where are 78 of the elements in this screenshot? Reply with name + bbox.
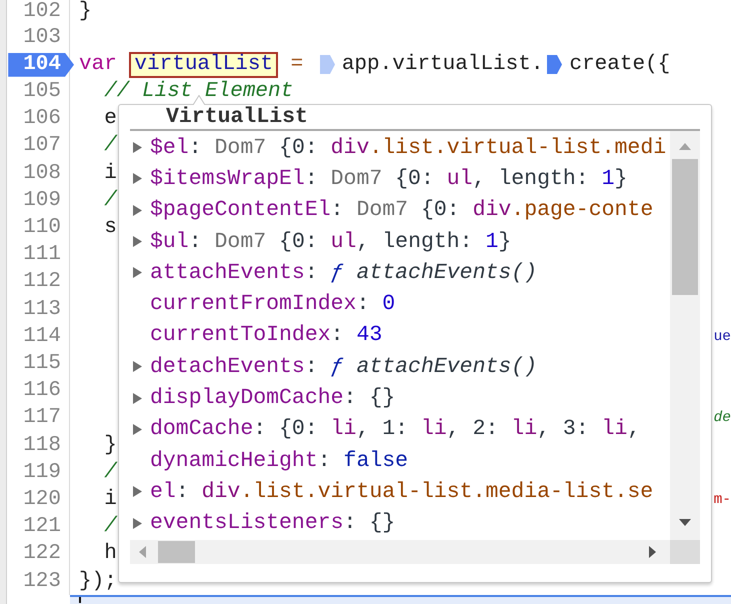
expand-triangle-icon[interactable] bbox=[133, 486, 142, 498]
line-number: 121 bbox=[23, 516, 61, 538]
line-number: 112 bbox=[23, 271, 61, 294]
line-number: 109 bbox=[23, 190, 61, 212]
expand-triangle-icon[interactable] bbox=[133, 392, 142, 404]
code-text: s bbox=[104, 217, 117, 240]
triangle-down-icon[interactable] bbox=[679, 519, 691, 526]
triangle-right-icon[interactable] bbox=[649, 546, 656, 558]
property-entry[interactable]: currentToIndex: 43 bbox=[150, 323, 382, 348]
code-text: } bbox=[104, 434, 117, 457]
scrollbar-thumb[interactable] bbox=[158, 541, 195, 563]
code-literal: ue bbox=[714, 328, 731, 347]
property-entry[interactable]: $ul: Dom7 {0: ul, length: 1} bbox=[150, 230, 512, 254]
property-entry[interactable]: displayDomCache: {} bbox=[150, 386, 396, 410]
property-entry[interactable]: domCache: {0: li, 1: li, 2: li, 3: li, bbox=[150, 417, 640, 442]
property-entry[interactable]: $pageContentEl: Dom7 {0: div.page-conte bbox=[150, 198, 654, 222]
line-number: 120 bbox=[23, 489, 61, 512]
code-text: h bbox=[104, 543, 117, 566]
property-entry[interactable]: $el: Dom7 {0: div.list.virtual-list.medi bbox=[150, 136, 666, 160]
line-number: 111 bbox=[23, 244, 61, 266]
line-number: 117 bbox=[23, 407, 61, 430]
line-number: 104 bbox=[8, 52, 74, 77]
code-comment: / bbox=[104, 190, 117, 212]
code-comment: / bbox=[104, 516, 117, 538]
code-text: i bbox=[104, 162, 117, 185]
expand-triangle-icon[interactable] bbox=[133, 424, 142, 435]
line-number: 118 bbox=[23, 434, 61, 457]
expand-triangle-icon[interactable] bbox=[133, 173, 142, 184]
line-number: 105 bbox=[23, 81, 61, 103]
code-operator: = bbox=[290, 54, 304, 76]
code-comment: de bbox=[714, 409, 731, 428]
popup-title: VirtualList bbox=[166, 106, 308, 128]
code-comment: // List bbox=[104, 81, 192, 103]
line-number: 106 bbox=[23, 108, 61, 130]
property-entry[interactable]: el: div.list.virtual-list.media-list.se bbox=[150, 480, 654, 504]
code-keyword: var bbox=[79, 54, 117, 76]
code-text: }); bbox=[79, 570, 117, 593]
property-entry[interactable]: attachEvents: ƒ attachEvents() bbox=[150, 260, 538, 285]
line-number: 123 bbox=[23, 570, 61, 593]
code-string: m- bbox=[714, 491, 731, 510]
line-number: 119 bbox=[23, 462, 61, 484]
expand-triangle-icon[interactable] bbox=[133, 142, 142, 154]
breakpoint-marker-icon[interactable] bbox=[547, 55, 562, 74]
code-comment: Element bbox=[205, 81, 294, 103]
property-entry[interactable]: eventsListeners: {} bbox=[150, 511, 396, 536]
line-number: 103 bbox=[23, 26, 61, 49]
vertical-scrollbar[interactable] bbox=[670, 131, 700, 540]
scrollbar-corner bbox=[670, 540, 700, 564]
scrollbar-thumb[interactable] bbox=[672, 159, 698, 295]
line-number: 114 bbox=[23, 326, 61, 348]
property-entry[interactable]: currentFromIndex: 0 bbox=[150, 292, 396, 316]
expand-triangle-icon[interactable] bbox=[133, 267, 142, 278]
text-cursor bbox=[79, 597, 81, 604]
highlighted-variable: virtualList bbox=[129, 52, 278, 78]
line-number: 122 bbox=[23, 543, 61, 566]
code-text: create({ bbox=[569, 54, 670, 76]
expand-triangle-icon[interactable] bbox=[133, 361, 142, 372]
expand-triangle-icon[interactable] bbox=[133, 518, 142, 529]
line-number: 110 bbox=[23, 217, 61, 240]
code-comment: / bbox=[104, 462, 117, 484]
code-text: app.virtualList. bbox=[342, 54, 544, 76]
code-text: i bbox=[104, 489, 117, 512]
property-entry[interactable]: dynamicHeight: false bbox=[150, 448, 408, 473]
line-number: 116 bbox=[23, 380, 61, 402]
property-entry[interactable]: detachEvents: ƒ attachEvents() bbox=[150, 354, 538, 379]
line-number: 102 bbox=[23, 1, 61, 23]
breakpoint-marker-icon[interactable] bbox=[320, 55, 335, 74]
expand-triangle-icon[interactable] bbox=[133, 236, 142, 248]
line-number: 115 bbox=[23, 353, 61, 376]
code-text: e bbox=[104, 108, 117, 130]
line-number: 108 bbox=[23, 162, 61, 185]
horizontal-scrollbar[interactable] bbox=[130, 540, 670, 564]
line-number: 113 bbox=[23, 298, 61, 321]
code-comment: / bbox=[104, 135, 117, 158]
line-number: 107 bbox=[23, 135, 61, 158]
property-entry[interactable]: $itemsWrapEl: Dom7 {0: ul, length: 1} bbox=[150, 166, 628, 191]
code-text: } bbox=[79, 1, 92, 23]
expand-triangle-icon[interactable] bbox=[133, 204, 142, 216]
